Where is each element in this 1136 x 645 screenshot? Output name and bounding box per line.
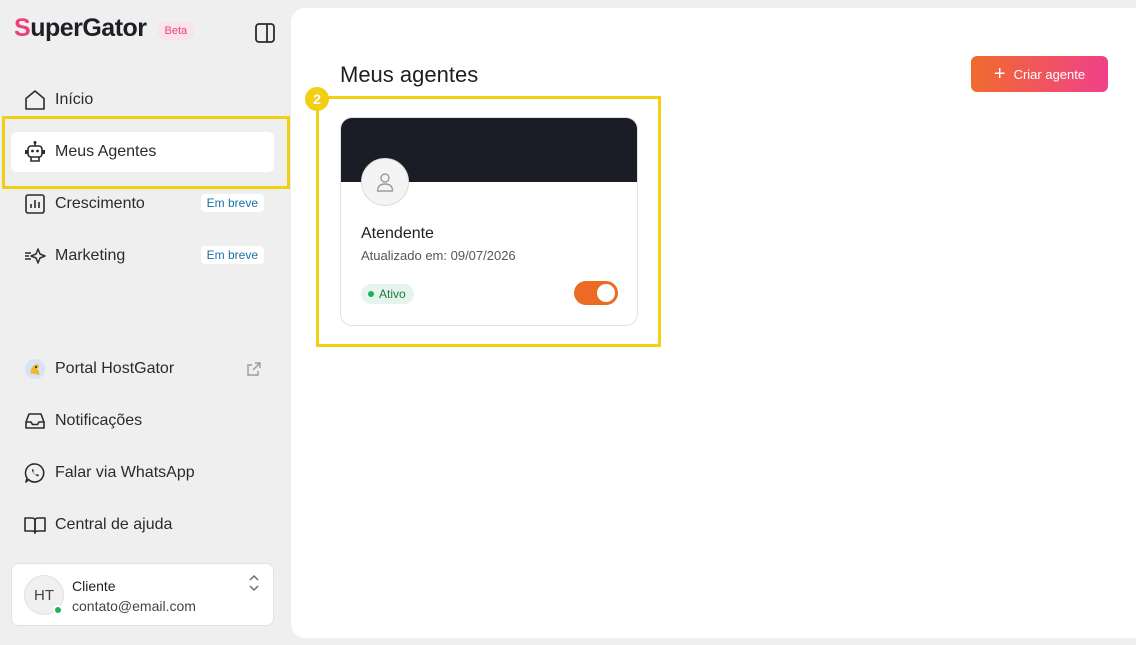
sidebar-item-label: Portal HostGator (55, 360, 175, 377)
step-number-badge: 2 (305, 87, 329, 111)
sidebar-item-label: Início (55, 91, 94, 108)
toggle-knob (597, 284, 615, 302)
online-status-dot (53, 605, 63, 615)
agent-active-toggle[interactable] (574, 281, 618, 305)
sidebar-item-crescimento[interactable]: Crescimento Em breve (11, 184, 274, 224)
home-icon (23, 88, 47, 112)
coming-soon-badge: Em breve (200, 194, 264, 212)
status-dot (368, 291, 374, 297)
status-label: Ativo (379, 287, 406, 301)
whatsapp-icon (23, 461, 47, 485)
sidebar-item-label: Crescimento (55, 195, 145, 212)
sidebar-item-marketing[interactable]: Marketing Em breve (11, 236, 274, 276)
sparkle-icon (23, 244, 47, 268)
robot-icon (23, 140, 47, 164)
user-menu[interactable]: HT Cliente contato@email.com (11, 563, 274, 626)
hostgator-logo-icon (23, 357, 47, 381)
sidebar-item-meus-agentes[interactable]: Meus Agentes (11, 132, 274, 172)
agent-avatar (361, 158, 409, 206)
sidebar-item-label: Meus Agentes (55, 143, 157, 160)
main-content: Meus agentes + Criar agente 2 Atendente … (291, 8, 1136, 638)
status-badge: Ativo (361, 284, 414, 304)
sidebar-item-inicio[interactable]: Início (11, 80, 274, 120)
sidebar-item-label: Marketing (55, 247, 126, 264)
user-name: Cliente (72, 578, 116, 594)
sidebar-item-central-de-ajuda[interactable]: Central de ajuda (11, 505, 274, 545)
chevron-up-down-icon (247, 574, 261, 592)
sidebar: SuperGator Beta Início Meus Agentes Cres… (0, 0, 291, 645)
agent-name: Atendente (361, 225, 434, 242)
sidebar-item-label: Central de ajuda (55, 516, 173, 533)
app-logo[interactable]: SuperGator (14, 14, 147, 43)
sidebar-item-portal-hostgator[interactable]: Portal HostGator (11, 349, 274, 389)
page-title: Meus agentes (340, 62, 479, 87)
sidebar-toggle-icon[interactable] (254, 22, 276, 44)
user-icon (376, 173, 394, 192)
sidebar-item-label: Falar via WhatsApp (55, 464, 195, 481)
book-icon (23, 513, 47, 537)
inbox-icon (23, 409, 47, 433)
sidebar-item-notificacoes[interactable]: Notificações (11, 401, 274, 441)
plus-icon: + (993, 63, 1006, 85)
sidebar-item-label: Notificações (55, 412, 143, 429)
coming-soon-badge: Em breve (200, 246, 264, 264)
agent-updated-date: Atualizado em: 09/07/2026 (361, 248, 516, 263)
create-agent-button[interactable]: + Criar agente (971, 56, 1108, 92)
bar-chart-icon (23, 192, 47, 216)
create-agent-label: Criar agente (1013, 66, 1086, 82)
brand: SuperGator Beta (14, 14, 196, 43)
agent-card[interactable]: Atendente Atualizado em: 09/07/2026 Ativ… (340, 117, 638, 326)
external-link-icon (246, 361, 262, 382)
beta-badge: Beta (156, 21, 196, 40)
sidebar-item-whatsapp[interactable]: Falar via WhatsApp (11, 453, 274, 493)
user-email: contato@email.com (72, 598, 196, 614)
